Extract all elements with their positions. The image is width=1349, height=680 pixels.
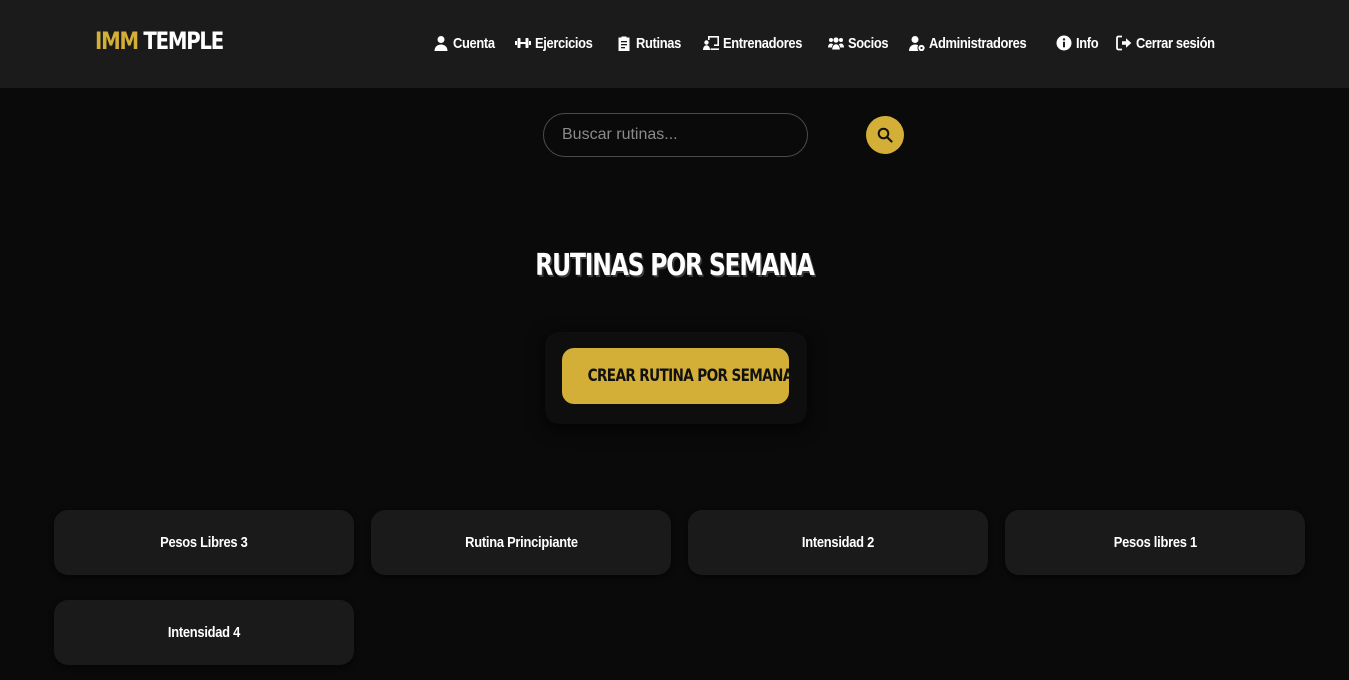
routine-name: Pesos Libres 3 <box>160 534 248 551</box>
brand-accent: IMM <box>95 27 139 55</box>
clipboard-icon <box>618 36 630 51</box>
create-weekly-routine-button[interactable]: CREAR RUTINA POR SEMANA <box>562 348 793 404</box>
dumbbell-icon <box>515 38 532 48</box>
page-title-text: RUTINAS POR SEMANA <box>535 248 815 283</box>
nav-label: Cerrar sesión <box>1136 34 1216 52</box>
routine-card[interactable]: Intensidad 4 <box>54 600 354 665</box>
info-icon <box>1056 35 1072 51</box>
nav-item-ejercicios[interactable]: Ejercicios <box>515 34 593 52</box>
routine-card[interactable]: Rutina Principiante <box>371 510 671 575</box>
top-navbar: IMM TEMPLE Cuenta Ejercicios Rutinas Ent… <box>0 0 1349 88</box>
nav-label: Administradores <box>929 34 1027 52</box>
logout-icon <box>1116 35 1132 51</box>
nav-item-entrenadores[interactable]: Entrenadores <box>702 34 805 52</box>
routine-name: Pesos libres 1 <box>1113 534 1197 551</box>
chalkboard-user-icon <box>702 36 719 50</box>
user-icon <box>434 36 448 51</box>
routine-name: Rutina Principiante <box>464 534 578 551</box>
nav-item-socios[interactable]: Socios <box>828 34 889 52</box>
nav-item-info[interactable]: Info <box>1056 35 1099 52</box>
search-input[interactable] <box>543 113 808 157</box>
main-nav: Cuenta Ejercicios Rutinas Entrenadores S… <box>433 32 1218 54</box>
nav-label: Cuenta <box>453 34 495 52</box>
routine-card[interactable]: Pesos libres 1 <box>1005 510 1305 575</box>
page-title: RUTINAS POR SEMANA <box>0 248 1349 283</box>
nav-label: Ejercicios <box>535 34 593 52</box>
nav-item-administradores[interactable]: Administradores <box>909 35 1032 52</box>
nav-item-cuenta[interactable]: Cuenta <box>433 35 495 52</box>
brand-logo[interactable]: IMM TEMPLE <box>95 27 224 55</box>
routine-card[interactable]: Pesos Libres 3 <box>54 510 354 575</box>
routine-card[interactable]: Intensidad 2 <box>688 510 988 575</box>
user-gear-icon <box>909 36 925 51</box>
search-icon <box>877 127 893 143</box>
create-button-label: CREAR RUTINA POR SEMANA <box>587 366 794 386</box>
nav-item-rutinas[interactable]: Rutinas <box>616 34 682 52</box>
search-button[interactable] <box>866 116 904 154</box>
routine-name: Intensidad 2 <box>801 534 875 551</box>
nav-item-cerrar-sesion[interactable]: Cerrar sesión <box>1116 35 1218 52</box>
nav-label: Info <box>1076 34 1099 52</box>
routine-name: Intensidad 4 <box>167 624 241 641</box>
nav-label: Socios <box>848 34 889 52</box>
brand-name: TEMPLE <box>143 27 224 55</box>
nav-label: Entrenadores <box>722 34 802 52</box>
users-icon <box>828 37 845 50</box>
nav-label: Rutinas <box>636 34 682 52</box>
